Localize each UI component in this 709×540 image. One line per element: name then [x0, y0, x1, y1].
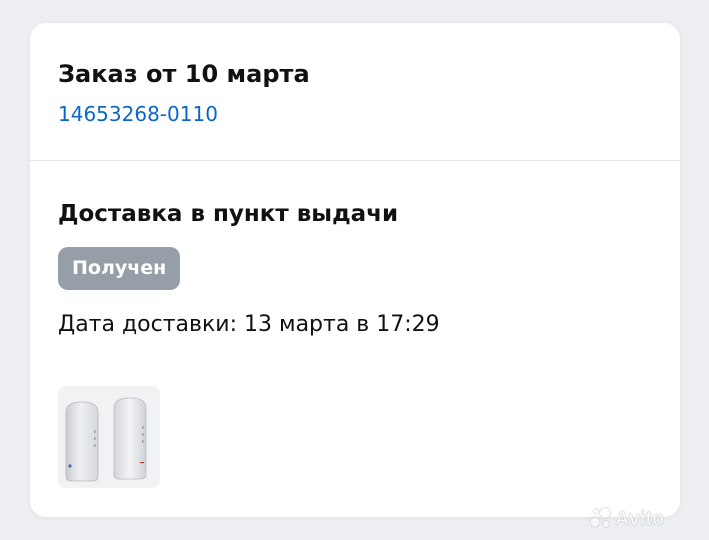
order-card[interactable]: Заказ от 10 марта 14653268-0110 Доставка… [30, 23, 680, 517]
avito-watermark-text: Avito [615, 508, 664, 530]
product-thumbnail[interactable] [58, 386, 160, 488]
delivery-method-title: Доставка в пункт выдачи [58, 201, 399, 227]
order-header: Заказ от 10 марта 14653268-0110 [30, 23, 680, 161]
avito-logo-icon [589, 507, 611, 528]
order-title: Заказ от 10 марта [58, 60, 310, 88]
delivery-date: Дата доставки: 13 марта в 17:29 [58, 312, 440, 337]
order-number-link[interactable]: 14653268-0110 [58, 101, 218, 127]
status-badge: Получен [58, 247, 181, 290]
avito-watermark: Avito [589, 507, 665, 530]
router-product-icon [58, 386, 160, 488]
delivery-section: Доставка в пункт выдачи Получен Дата дос… [30, 161, 680, 340]
